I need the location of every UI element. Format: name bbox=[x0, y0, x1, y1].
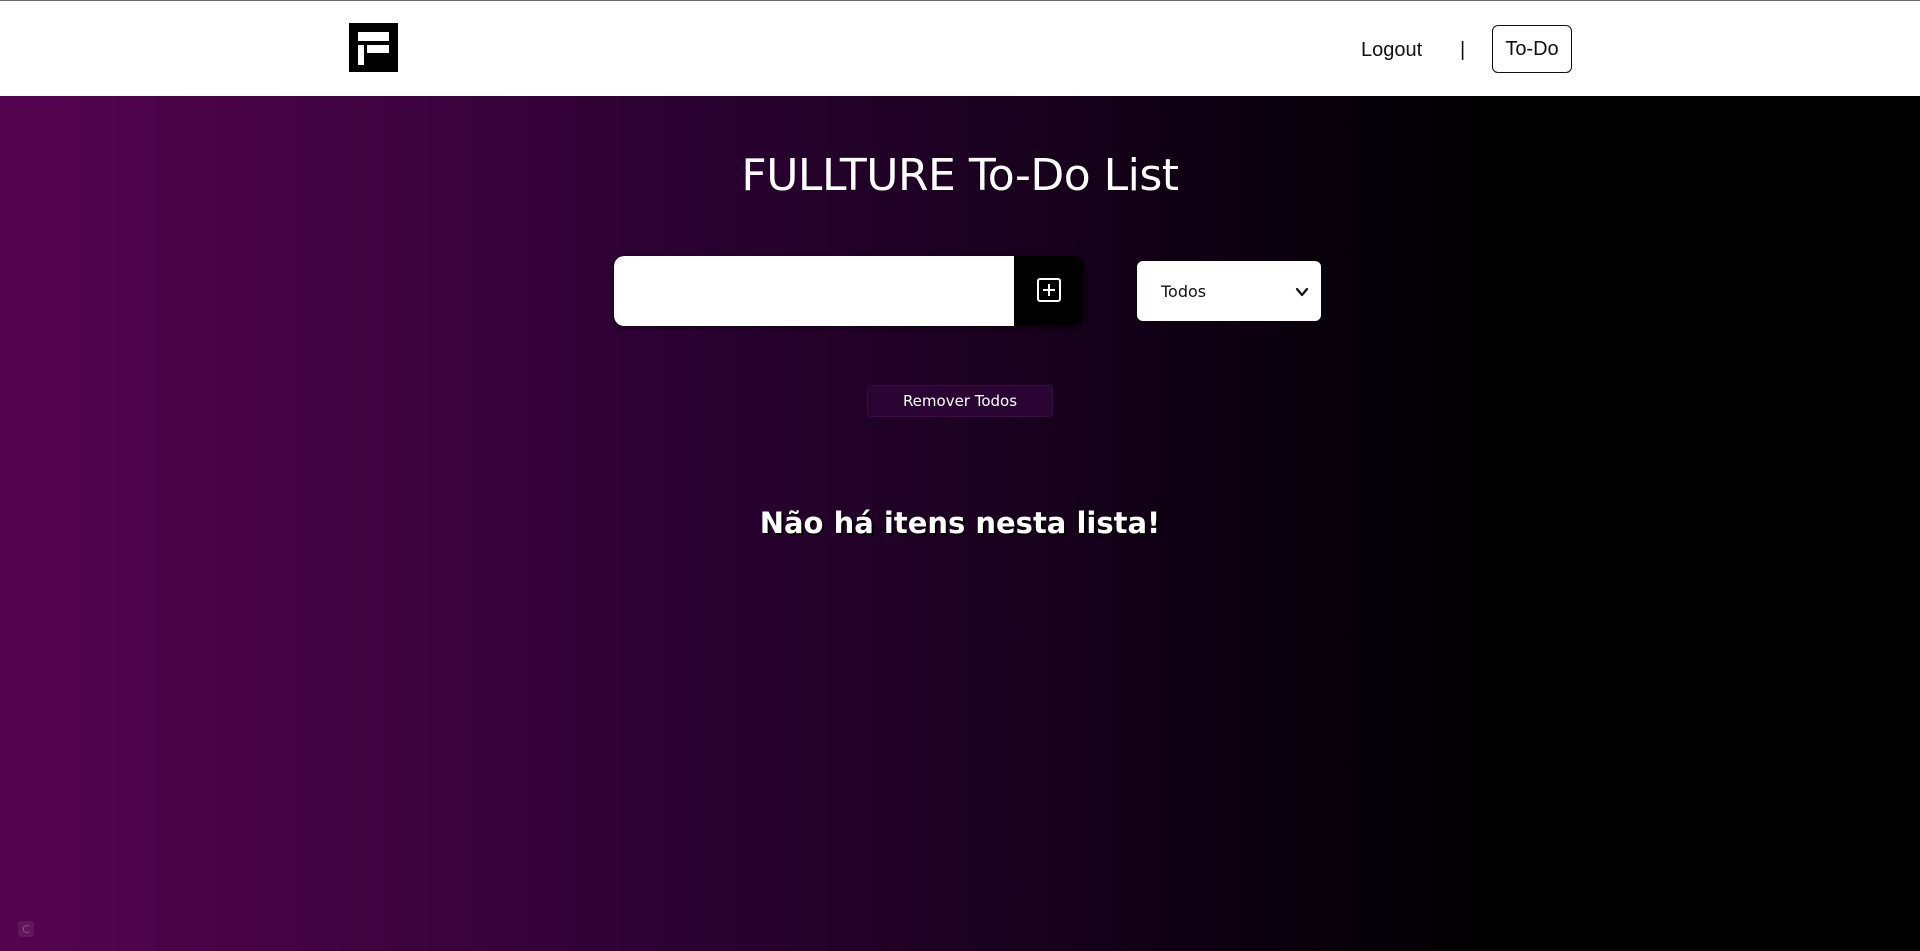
loading-indicator-icon: C bbox=[18, 921, 34, 937]
add-todo-button[interactable] bbox=[1014, 256, 1084, 326]
todo-nav-button[interactable]: To-Do bbox=[1492, 25, 1572, 73]
page-title: FULLTURE To-Do List bbox=[741, 150, 1179, 201]
filter-select[interactable]: Todos bbox=[1137, 261, 1321, 321]
todo-form bbox=[614, 256, 1084, 326]
chevron-down-icon bbox=[1295, 284, 1309, 303]
nav-separator: | bbox=[1460, 39, 1466, 61]
todo-input[interactable] bbox=[614, 256, 1014, 326]
fullture-logo-icon[interactable] bbox=[349, 23, 398, 72]
logout-link[interactable]: Logout bbox=[1361, 39, 1422, 62]
filter-selected-value: Todos bbox=[1161, 281, 1207, 301]
main-section: FULLTURE To-Do List Todos Remover Todos … bbox=[0, 96, 1920, 951]
navbar: Logout | To-Do bbox=[0, 1, 1920, 96]
empty-list-message: Não há itens nesta lista! bbox=[759, 506, 1161, 540]
plus-square-icon bbox=[1036, 277, 1062, 306]
remove-all-button[interactable]: Remover Todos bbox=[867, 385, 1053, 417]
